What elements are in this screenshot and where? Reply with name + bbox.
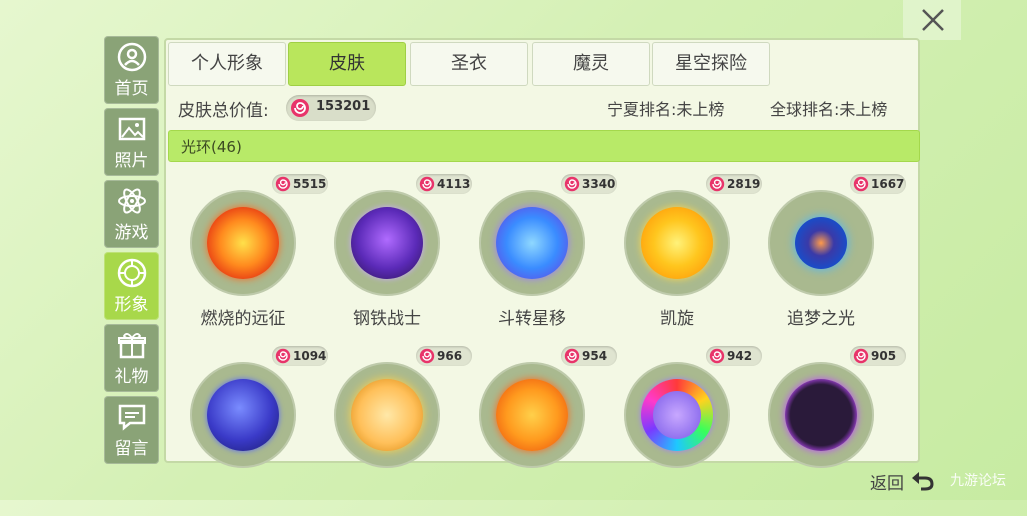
gem-icon xyxy=(117,258,146,288)
skin-item[interactable]: 966 xyxy=(326,346,472,516)
tab-magic-spirit[interactable]: 魔灵 xyxy=(532,42,650,86)
skin-name: 追梦之光 xyxy=(787,309,855,329)
candy-coin-icon xyxy=(709,348,725,364)
photo-icon xyxy=(118,117,145,141)
chat-icon xyxy=(118,404,145,431)
price-value: 3340 xyxy=(582,177,616,191)
price-badge: 2819 xyxy=(706,174,762,194)
user-icon xyxy=(117,42,146,72)
sidebar-item-label: 形象 xyxy=(114,295,149,315)
total-value-badge: 153201 xyxy=(286,95,376,121)
candy-coin-icon xyxy=(853,176,869,192)
main-panel: 个人形象 皮肤 圣衣 魔灵 星空探险 皮肤总价值: 153201 宁夏排名:未上… xyxy=(164,38,920,468)
candy-coin-icon xyxy=(275,348,291,364)
sidebar-item-home[interactable]: 首页 xyxy=(104,36,159,104)
skin-item[interactable]: 942 xyxy=(616,346,762,516)
sidebar-item-avatar[interactable]: 形象 xyxy=(104,252,159,320)
skin-thumbnail xyxy=(334,190,440,296)
tab-star-explore[interactable]: 星空探险 xyxy=(652,42,770,86)
price-value: 2819 xyxy=(727,177,761,191)
atom-icon xyxy=(117,188,146,214)
tab-skins[interactable]: 皮肤 xyxy=(288,42,406,86)
skin-item[interactable]: 1094 xyxy=(182,346,328,516)
price-value: 1667 xyxy=(871,177,905,191)
price-value: 954 xyxy=(582,349,608,363)
price-value: 1094 xyxy=(293,349,327,363)
skin-thumbnail xyxy=(190,190,296,296)
rank-global: 全球排名:未上榜 xyxy=(770,100,888,119)
price-value: 905 xyxy=(871,349,897,363)
category-header[interactable]: 光环(46) xyxy=(168,130,920,162)
price-badge: 942 xyxy=(706,346,762,366)
candy-coin-icon xyxy=(419,348,435,364)
price-badge: 1667 xyxy=(850,174,906,194)
candy-coin-icon xyxy=(853,348,869,364)
skin-name: 钢铁战士 xyxy=(353,309,421,329)
back-arrow-icon xyxy=(912,472,934,491)
sidebar-item-label: 游戏 xyxy=(114,223,149,243)
sidebar-item-label: 首页 xyxy=(114,79,149,99)
total-value: 153201 xyxy=(316,99,371,114)
close-button[interactable] xyxy=(903,0,961,40)
close-icon xyxy=(922,9,944,31)
back-button[interactable]: 返回 xyxy=(870,467,942,495)
stats-row: 皮肤总价值: 153201 宁夏排名:未上榜 全球排名:未上榜 xyxy=(166,90,918,124)
price-badge: 5515 xyxy=(272,174,328,194)
tab-holy-cloth[interactable]: 圣衣 xyxy=(410,42,528,86)
watermark: 九游论坛 xyxy=(950,473,1006,489)
gift-icon xyxy=(117,333,146,359)
price-badge: 954 xyxy=(561,346,617,366)
skin-thumbnail xyxy=(190,362,296,468)
price-badge: 1094 xyxy=(272,346,328,366)
sidebar-item-label: 留言 xyxy=(114,439,149,459)
sidebar-item-games[interactable]: 游戏 xyxy=(104,180,159,248)
candy-coin-icon xyxy=(564,348,580,364)
price-badge: 905 xyxy=(850,346,906,366)
skin-item[interactable]: 2819 凯旋 xyxy=(616,174,762,344)
sidebar-item-photos[interactable]: 照片 xyxy=(104,108,159,176)
category-label: 光环(46) xyxy=(181,138,242,156)
price-value: 942 xyxy=(727,349,753,363)
skin-item[interactable]: 5515 燃烧的远征 xyxy=(182,174,328,344)
skin-item[interactable]: 1667 追梦之光 xyxy=(760,174,906,344)
price-badge: 3340 xyxy=(561,174,617,194)
skin-thumbnail xyxy=(768,190,874,296)
candy-coin-icon xyxy=(419,176,435,192)
price-badge: 966 xyxy=(416,346,472,366)
skin-item[interactable]: 3340 斗转星移 xyxy=(471,174,617,344)
skin-thumbnail xyxy=(479,190,585,296)
skin-item[interactable]: 954 xyxy=(471,346,617,516)
tab-personal-image[interactable]: 个人形象 xyxy=(168,42,286,86)
price-value: 4113 xyxy=(437,177,471,191)
skin-name: 斗转星移 xyxy=(498,309,566,329)
sidebar-item-messages[interactable]: 留言 xyxy=(104,396,159,464)
candy-coin-icon xyxy=(275,176,291,192)
skin-thumbnail xyxy=(479,362,585,468)
skin-thumbnail xyxy=(768,362,874,468)
price-badge: 4113 xyxy=(416,174,472,194)
rank-ningxia: 宁夏排名:未上榜 xyxy=(607,100,725,119)
skin-item[interactable]: 4113 钢铁战士 xyxy=(326,174,472,344)
sidebar-item-gifts[interactable]: 礼物 xyxy=(104,324,159,392)
skin-name: 燃烧的远征 xyxy=(200,309,286,329)
skin-thumbnail xyxy=(624,190,730,296)
candy-coin-icon xyxy=(564,176,580,192)
total-value-label: 皮肤总价值: xyxy=(178,101,269,121)
back-label: 返回 xyxy=(870,474,904,494)
candy-coin-icon xyxy=(291,99,309,117)
price-value: 5515 xyxy=(293,177,327,191)
skin-thumbnail xyxy=(624,362,730,468)
sidebar-item-label: 照片 xyxy=(114,151,149,171)
skin-name: 凯旋 xyxy=(660,309,694,329)
sidebar-item-label: 礼物 xyxy=(114,367,149,387)
skin-thumbnail xyxy=(334,362,440,468)
candy-coin-icon xyxy=(709,176,725,192)
price-value: 966 xyxy=(437,349,463,363)
